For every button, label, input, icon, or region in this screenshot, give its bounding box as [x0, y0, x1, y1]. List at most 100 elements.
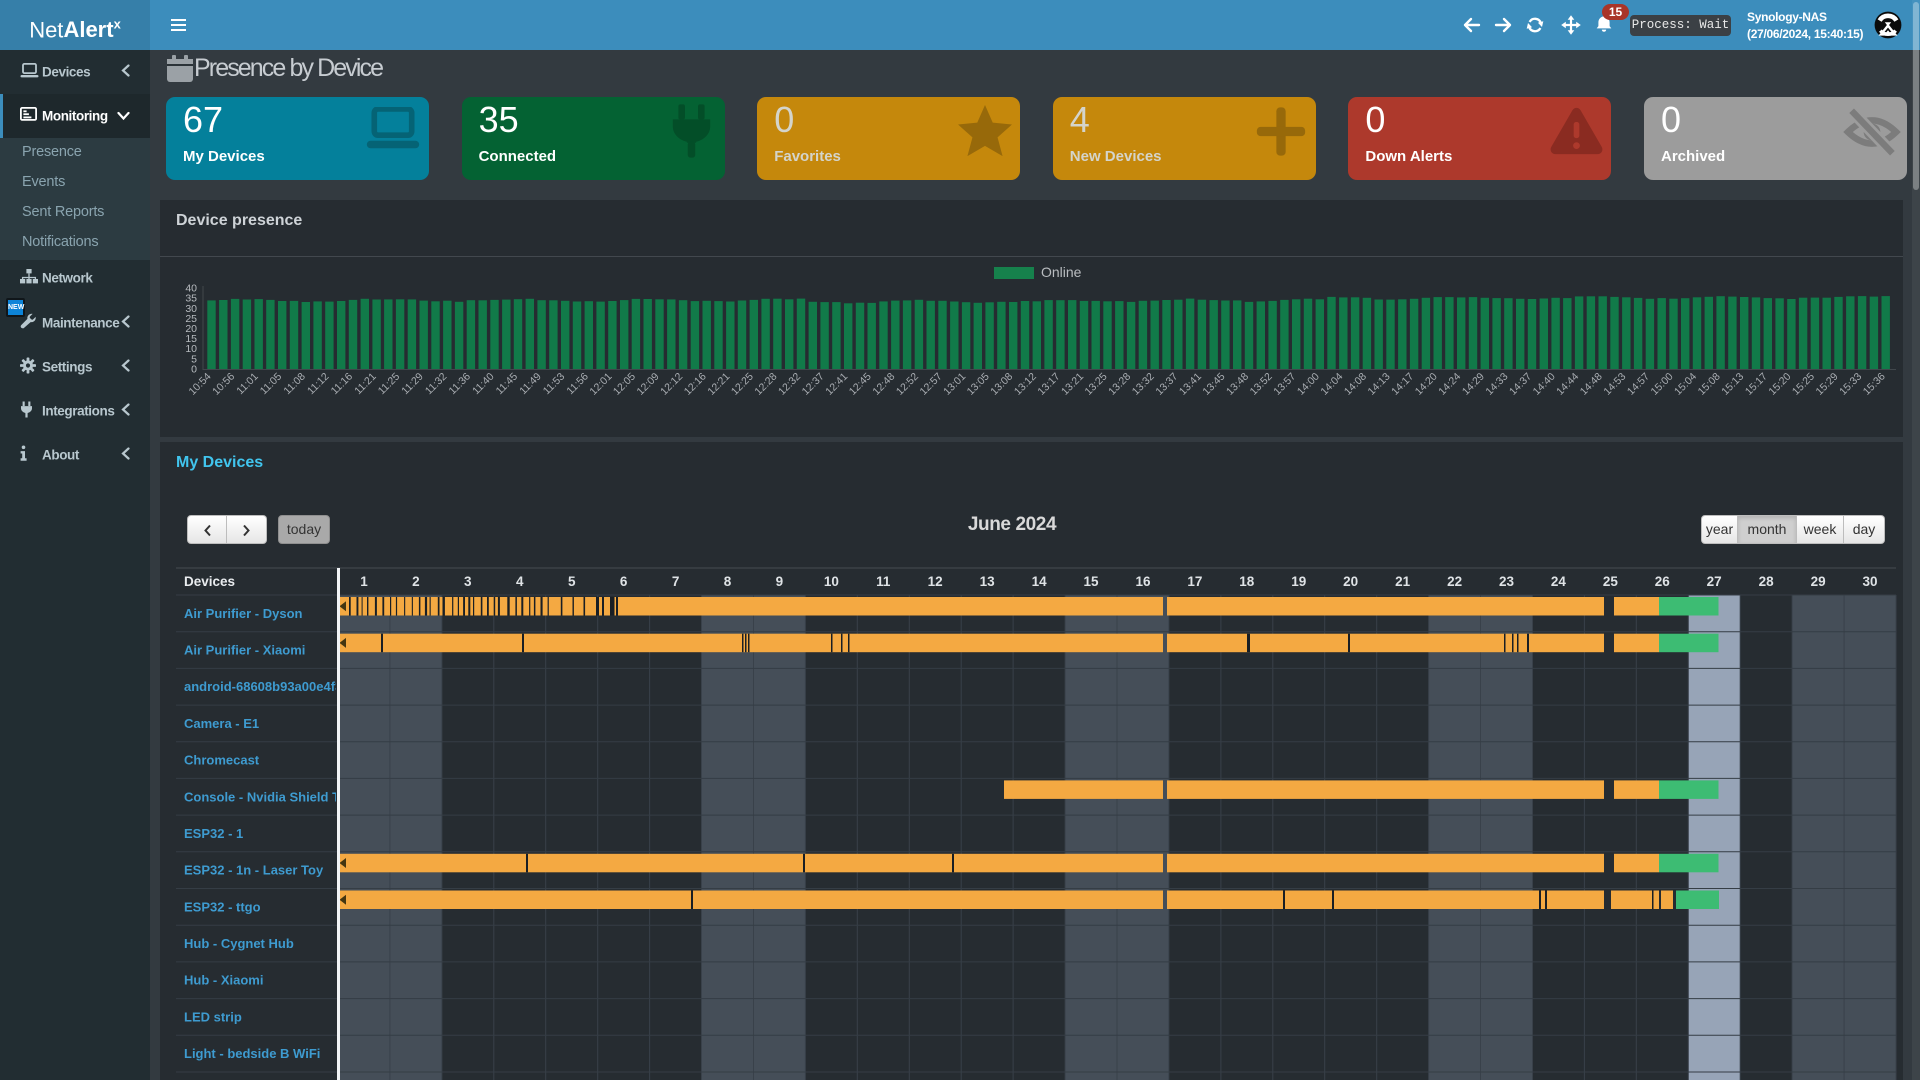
- svg-text:12:37: 12:37: [800, 371, 827, 398]
- svg-text:13:08: 13:08: [988, 371, 1015, 398]
- svg-text:11:40: 11:40: [470, 371, 497, 398]
- svg-text:Hub - Cygnet Hub: Hub - Cygnet Hub: [184, 936, 294, 951]
- svg-text:12:05: 12:05: [611, 371, 638, 398]
- svg-text:12:25: 12:25: [729, 371, 756, 398]
- svg-text:11:53: 11:53: [541, 371, 568, 398]
- svg-text:23: 23: [1499, 574, 1515, 589]
- svg-text:5: 5: [568, 574, 576, 589]
- svg-text:LED strip: LED strip: [184, 1009, 242, 1024]
- svg-text:14:17: 14:17: [1389, 371, 1416, 398]
- svg-text:15:20: 15:20: [1766, 371, 1793, 398]
- svg-text:14:33: 14:33: [1483, 371, 1510, 398]
- svg-text:ESP32 - 1: ESP32 - 1: [184, 826, 243, 841]
- svg-text:19: 19: [1291, 574, 1306, 589]
- svg-text:Chromecast: Chromecast: [184, 753, 260, 768]
- svg-text:26: 26: [1655, 574, 1671, 589]
- svg-text:11:12: 11:12: [305, 371, 332, 398]
- svg-text:15:33: 15:33: [1837, 371, 1864, 398]
- svg-text:11:36: 11:36: [447, 371, 474, 398]
- svg-text:13:45: 13:45: [1200, 371, 1227, 398]
- svg-text:Air Purifier - Xiaomi: Air Purifier - Xiaomi: [184, 643, 305, 658]
- svg-text:15: 15: [1083, 574, 1099, 589]
- svg-text:12:48: 12:48: [870, 371, 897, 398]
- svg-text:13:57: 13:57: [1271, 371, 1298, 398]
- svg-text:11: 11: [876, 574, 891, 589]
- svg-text:13:05: 13:05: [965, 371, 992, 398]
- svg-text:Hub - Xiaomi: Hub - Xiaomi: [184, 973, 263, 988]
- svg-text:20: 20: [1343, 574, 1358, 589]
- svg-text:13: 13: [980, 574, 996, 589]
- svg-text:12:57: 12:57: [918, 371, 945, 398]
- svg-text:11:01: 11:01: [234, 371, 261, 398]
- svg-text:11:45: 11:45: [494, 371, 521, 398]
- svg-text:14:48: 14:48: [1578, 371, 1605, 398]
- svg-text:13:21: 13:21: [1059, 371, 1086, 398]
- svg-text:15:25: 15:25: [1790, 371, 1817, 398]
- svg-text:Light - bedside B WiFi: Light - bedside B WiFi: [184, 1046, 320, 1061]
- svg-text:11:05: 11:05: [258, 371, 285, 398]
- svg-text:17: 17: [1187, 574, 1202, 589]
- svg-text:12:21: 12:21: [705, 371, 732, 398]
- svg-text:14:24: 14:24: [1436, 371, 1463, 398]
- svg-text:Devices: Devices: [184, 574, 235, 589]
- svg-text:27: 27: [1707, 574, 1722, 589]
- svg-text:4: 4: [516, 574, 524, 589]
- svg-text:24: 24: [1551, 574, 1567, 589]
- svg-text:9: 9: [776, 574, 784, 589]
- svg-text:28: 28: [1759, 574, 1775, 589]
- svg-text:12:09: 12:09: [635, 371, 662, 398]
- svg-text:11:08: 11:08: [281, 371, 308, 398]
- svg-text:11:56: 11:56: [564, 371, 591, 398]
- svg-text:21: 21: [1395, 574, 1411, 589]
- svg-text:15:29: 15:29: [1814, 371, 1841, 398]
- svg-text:13:48: 13:48: [1224, 371, 1251, 398]
- svg-text:15:36: 15:36: [1861, 371, 1888, 398]
- svg-text:14:00: 14:00: [1295, 371, 1322, 398]
- svg-text:11:16: 11:16: [329, 371, 356, 398]
- svg-text:16: 16: [1135, 574, 1151, 589]
- svg-text:android-68608b93a00e4f3: android-68608b93a00e4f3: [184, 679, 342, 694]
- svg-text:15:17: 15:17: [1743, 371, 1770, 398]
- svg-text:13:37: 13:37: [1153, 371, 1180, 398]
- svg-text:18: 18: [1239, 574, 1255, 589]
- svg-text:11:21: 11:21: [352, 371, 379, 398]
- svg-text:12:52: 12:52: [894, 371, 921, 398]
- svg-text:13:41: 13:41: [1177, 371, 1204, 398]
- svg-text:12:12: 12:12: [658, 371, 685, 398]
- svg-text:6: 6: [620, 574, 628, 589]
- svg-text:29: 29: [1811, 574, 1826, 589]
- svg-text:ESP32 - ttgo: ESP32 - ttgo: [184, 899, 261, 914]
- svg-text:ESP32 - 1n - Laser Toy: ESP32 - 1n - Laser Toy: [184, 863, 324, 878]
- svg-text:25: 25: [1603, 574, 1619, 589]
- svg-text:15:00: 15:00: [1649, 371, 1676, 398]
- svg-text:13:52: 13:52: [1248, 371, 1275, 398]
- svg-text:2: 2: [412, 574, 420, 589]
- svg-text:8: 8: [724, 574, 732, 589]
- svg-text:13:12: 13:12: [1012, 371, 1039, 398]
- svg-text:13:25: 13:25: [1083, 371, 1110, 398]
- svg-text:10:56: 10:56: [210, 371, 237, 398]
- svg-text:13:28: 13:28: [1106, 371, 1133, 398]
- svg-text:1: 1: [360, 574, 368, 589]
- svg-text:22: 22: [1447, 574, 1462, 589]
- svg-text:30: 30: [1862, 574, 1877, 589]
- svg-text:12:32: 12:32: [776, 371, 803, 398]
- svg-text:11:49: 11:49: [517, 371, 544, 398]
- svg-text:13:01: 13:01: [941, 371, 968, 398]
- svg-text:14:40: 14:40: [1531, 371, 1558, 398]
- svg-text:14:53: 14:53: [1601, 371, 1628, 398]
- svg-text:14:13: 14:13: [1366, 371, 1393, 398]
- svg-text:12: 12: [928, 574, 943, 589]
- svg-text:Camera - E1: Camera - E1: [184, 716, 259, 731]
- svg-text:13:32: 13:32: [1130, 371, 1157, 398]
- svg-text:14:44: 14:44: [1554, 371, 1581, 398]
- svg-text:7: 7: [672, 574, 680, 589]
- svg-text:12:16: 12:16: [682, 371, 709, 398]
- svg-text:14:04: 14:04: [1318, 371, 1345, 398]
- svg-text:3: 3: [464, 574, 472, 589]
- svg-text:11:32: 11:32: [423, 371, 450, 398]
- svg-text:15:13: 15:13: [1719, 371, 1746, 398]
- svg-text:14:08: 14:08: [1342, 371, 1369, 398]
- svg-text:Console - Nvidia Shield TV: Console - Nvidia Shield TV: [184, 789, 349, 804]
- svg-text:12:01: 12:01: [587, 371, 614, 398]
